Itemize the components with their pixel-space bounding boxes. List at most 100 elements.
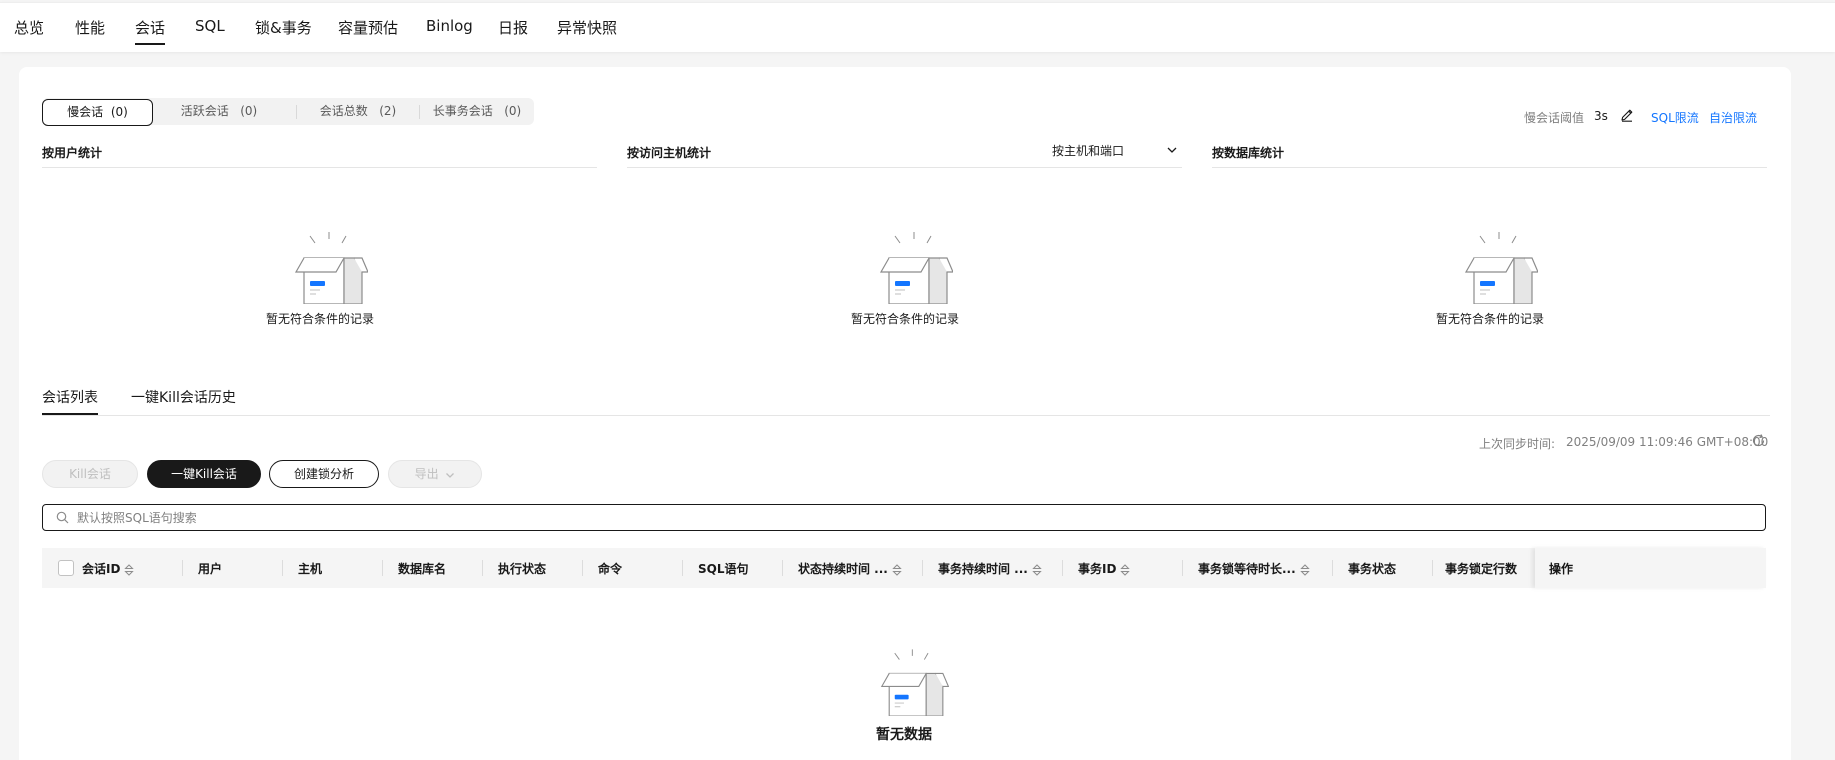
host-select-value: 按主机和端口 — [1052, 144, 1125, 158]
col-sql[interactable]: SQL语句 — [698, 560, 749, 577]
nav-tab-daily-report[interactable]: 日报 — [498, 17, 528, 38]
filter-label: 慢会话 — [67, 105, 104, 119]
divider — [282, 560, 283, 576]
empty-box-icon — [294, 232, 368, 304]
empty-text: 暂无符合条件的记录 — [265, 312, 374, 326]
operation-column: 操作 — [1535, 548, 1766, 588]
divider — [1332, 560, 1333, 576]
refresh-icon[interactable] — [1751, 433, 1766, 452]
col-label: 状态持续时间 ... — [798, 562, 888, 576]
stat-by-host-title: 按访问主机统计 — [627, 146, 712, 160]
col-db-name[interactable]: 数据库名 — [398, 560, 446, 577]
empty-box-icon — [1464, 232, 1538, 304]
divider — [1062, 560, 1063, 576]
empty-text: 暂无符合条件的记录 — [850, 312, 959, 326]
col-user[interactable]: 用户 — [198, 560, 222, 577]
slow-threshold-value: 3s — [1594, 109, 1608, 123]
filter-active-session[interactable]: 活跃会话 (0) — [164, 98, 274, 125]
empty-state-db: 暂无符合条件的记录 — [1430, 224, 1550, 327]
sort-icon — [1032, 563, 1042, 576]
nav-tab-binlog[interactable]: Binlog — [426, 17, 473, 35]
edit-icon[interactable] — [1619, 107, 1635, 127]
filter-label: 活跃会话 — [180, 104, 229, 118]
kill-session-button[interactable]: Kill会话 — [42, 460, 138, 488]
col-host[interactable]: 主机 — [298, 560, 322, 577]
session-card: 慢会话 (0) 活跃会话 (0) 会话总数 (2) 长事务会话 (0) 慢会话阈… — [19, 67, 1791, 760]
divider — [682, 560, 683, 576]
filter-count: (2) — [379, 104, 397, 118]
search-icon — [56, 511, 69, 524]
sort-icon — [1299, 563, 1310, 576]
col-trx-id[interactable]: 事务ID — [1078, 560, 1131, 577]
no-data-text: 暂无数据 — [876, 727, 932, 743]
chevron-down-icon — [446, 472, 455, 478]
divider — [482, 560, 483, 576]
col-trx-duration[interactable]: 事务持续时间 ... — [938, 560, 1042, 577]
col-session-id[interactable]: 会话ID — [82, 560, 135, 577]
col-trx-lock-wait[interactable]: 事务锁等待时长... — [1198, 560, 1310, 577]
tab-kill-history[interactable]: 一键Kill会话历史 — [131, 387, 236, 407]
divider — [42, 415, 1770, 416]
filter-total-session[interactable]: 会话总数 (2) — [297, 98, 419, 125]
slow-threshold-label: 慢会话阈值 — [1524, 111, 1585, 125]
nav-tab-lock-transaction[interactable]: 锁&事务 — [255, 17, 312, 38]
filter-label: 会话总数 — [319, 104, 368, 118]
export-label: 导出 — [414, 467, 439, 481]
sort-icon — [1120, 563, 1131, 576]
create-lock-analysis-button[interactable]: 创建锁分析 — [269, 460, 379, 488]
col-operation: 操作 — [1549, 562, 1574, 576]
divider — [182, 560, 183, 576]
col-label: 事务锁等待时长... — [1198, 562, 1296, 576]
sql-limit-link[interactable]: SQL限流 — [1651, 109, 1699, 126]
kill-all-button[interactable]: 一键Kill会话 — [147, 460, 261, 488]
top-nav: 总览 性能 会话 SQL 锁&事务 容量预估 Binlog 日报 异常快照 — [0, 2, 1835, 52]
divider — [42, 167, 597, 168]
divider — [922, 560, 923, 576]
col-trx-locked-rows[interactable]: 事务锁定行数 — [1445, 560, 1517, 577]
sync-time-label: 上次同步时间: — [1479, 437, 1556, 451]
filter-label: 长事务会话 — [432, 104, 493, 118]
col-exec-state[interactable]: 执行状态 — [498, 560, 546, 577]
export-button[interactable]: 导出 — [388, 460, 482, 488]
sort-icon — [124, 563, 135, 576]
search-input[interactable] — [77, 508, 1757, 527]
chevron-down-icon — [1167, 147, 1177, 153]
auto-limit-link[interactable]: 自治限流 — [1709, 109, 1757, 126]
col-trx-state[interactable]: 事务状态 — [1348, 560, 1396, 577]
stat-by-db-title: 按数据库统计 — [1212, 146, 1285, 160]
nav-tab-sql[interactable]: SQL — [195, 17, 225, 35]
sync-time-value: 2025/09/09 11:09:46 GMT+08:00 — [1566, 435, 1769, 449]
divider — [1212, 167, 1767, 168]
divider — [627, 167, 1182, 168]
divider — [782, 560, 783, 576]
empty-state-host: 暂无符合条件的记录 — [845, 224, 965, 327]
nav-tab-anomaly-snapshot[interactable]: 异常快照 — [557, 17, 617, 38]
filter-long-transaction-session[interactable]: 长事务会话 (0) — [420, 98, 534, 125]
col-label: 事务ID — [1078, 562, 1117, 576]
stat-by-user-title: 按用户统计 — [42, 146, 103, 160]
empty-box-icon — [880, 649, 949, 716]
session-filter: 慢会话 (0) 活跃会话 (0) 会话总数 (2) 长事务会话 (0) — [42, 98, 534, 126]
col-label: 会话ID — [82, 562, 121, 576]
nav-tab-overview[interactable]: 总览 — [14, 17, 44, 38]
divider — [582, 560, 583, 576]
empty-state-user: 暂无符合条件的记录 — [260, 224, 380, 327]
tab-session-list[interactable]: 会话列表 — [42, 387, 98, 415]
nav-tab-capacity[interactable]: 容量预估 — [338, 17, 398, 38]
filter-slow-session[interactable]: 慢会话 (0) — [42, 99, 153, 126]
empty-text: 暂无符合条件的记录 — [1435, 312, 1544, 326]
host-group-select[interactable]: 按主机和端口 — [1052, 142, 1177, 159]
divider — [1182, 560, 1183, 576]
col-state-duration[interactable]: 状态持续时间 ... — [798, 560, 902, 577]
nav-tab-performance[interactable]: 性能 — [75, 17, 105, 38]
col-command[interactable]: 命令 — [598, 560, 622, 577]
divider — [382, 560, 383, 576]
filter-count: (0) — [240, 104, 258, 118]
filter-count: (0) — [504, 104, 522, 118]
table-header: 会话ID 用户 主机 数据库名 执行状态 命令 SQL语句 状态持续时间 ...… — [42, 548, 1766, 588]
divider — [1432, 560, 1433, 576]
select-all-checkbox[interactable] — [58, 560, 74, 576]
nav-tab-session[interactable]: 会话 — [135, 17, 166, 45]
sort-icon — [892, 563, 902, 576]
table-empty-state: 暂无数据 — [844, 642, 964, 744]
